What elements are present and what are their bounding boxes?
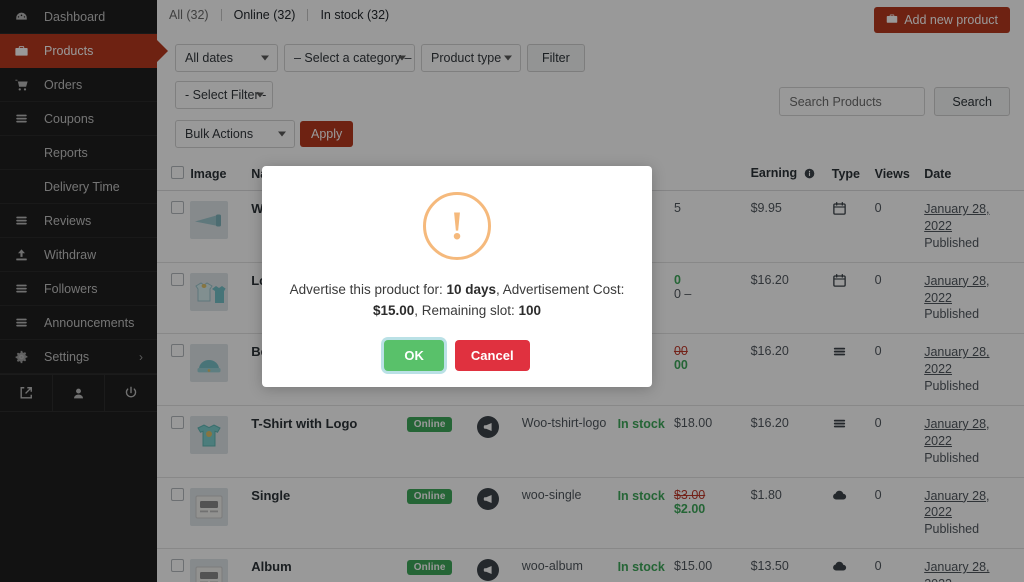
cancel-button[interactable]: Cancel xyxy=(454,339,530,371)
dialog-text-1: Advertise this product for: xyxy=(289,282,447,297)
ok-button[interactable]: OK xyxy=(384,339,444,371)
warning-glyph: ! xyxy=(450,203,464,248)
dialog-text-3: , Remaining slot: xyxy=(414,302,519,318)
dialog-slots-value: 100 xyxy=(518,302,542,318)
dialog-days-value: 10 days xyxy=(446,282,497,297)
dialog-actions: OK Cancel xyxy=(384,339,530,371)
dialog-cost-value: $15.00 xyxy=(372,302,415,318)
dialog-text-2: , Advertisement Cost: xyxy=(496,282,625,297)
dialog-message: Advertise this product for: 10 days, Adv… xyxy=(287,280,627,322)
warning-exclamation-icon: ! xyxy=(423,192,491,260)
app-root: Dashboard Products Orders Coupons Reports Del… xyxy=(0,0,1024,582)
advertise-confirm-dialog: ! Advertise this product for: 10 days, A… xyxy=(262,166,652,387)
